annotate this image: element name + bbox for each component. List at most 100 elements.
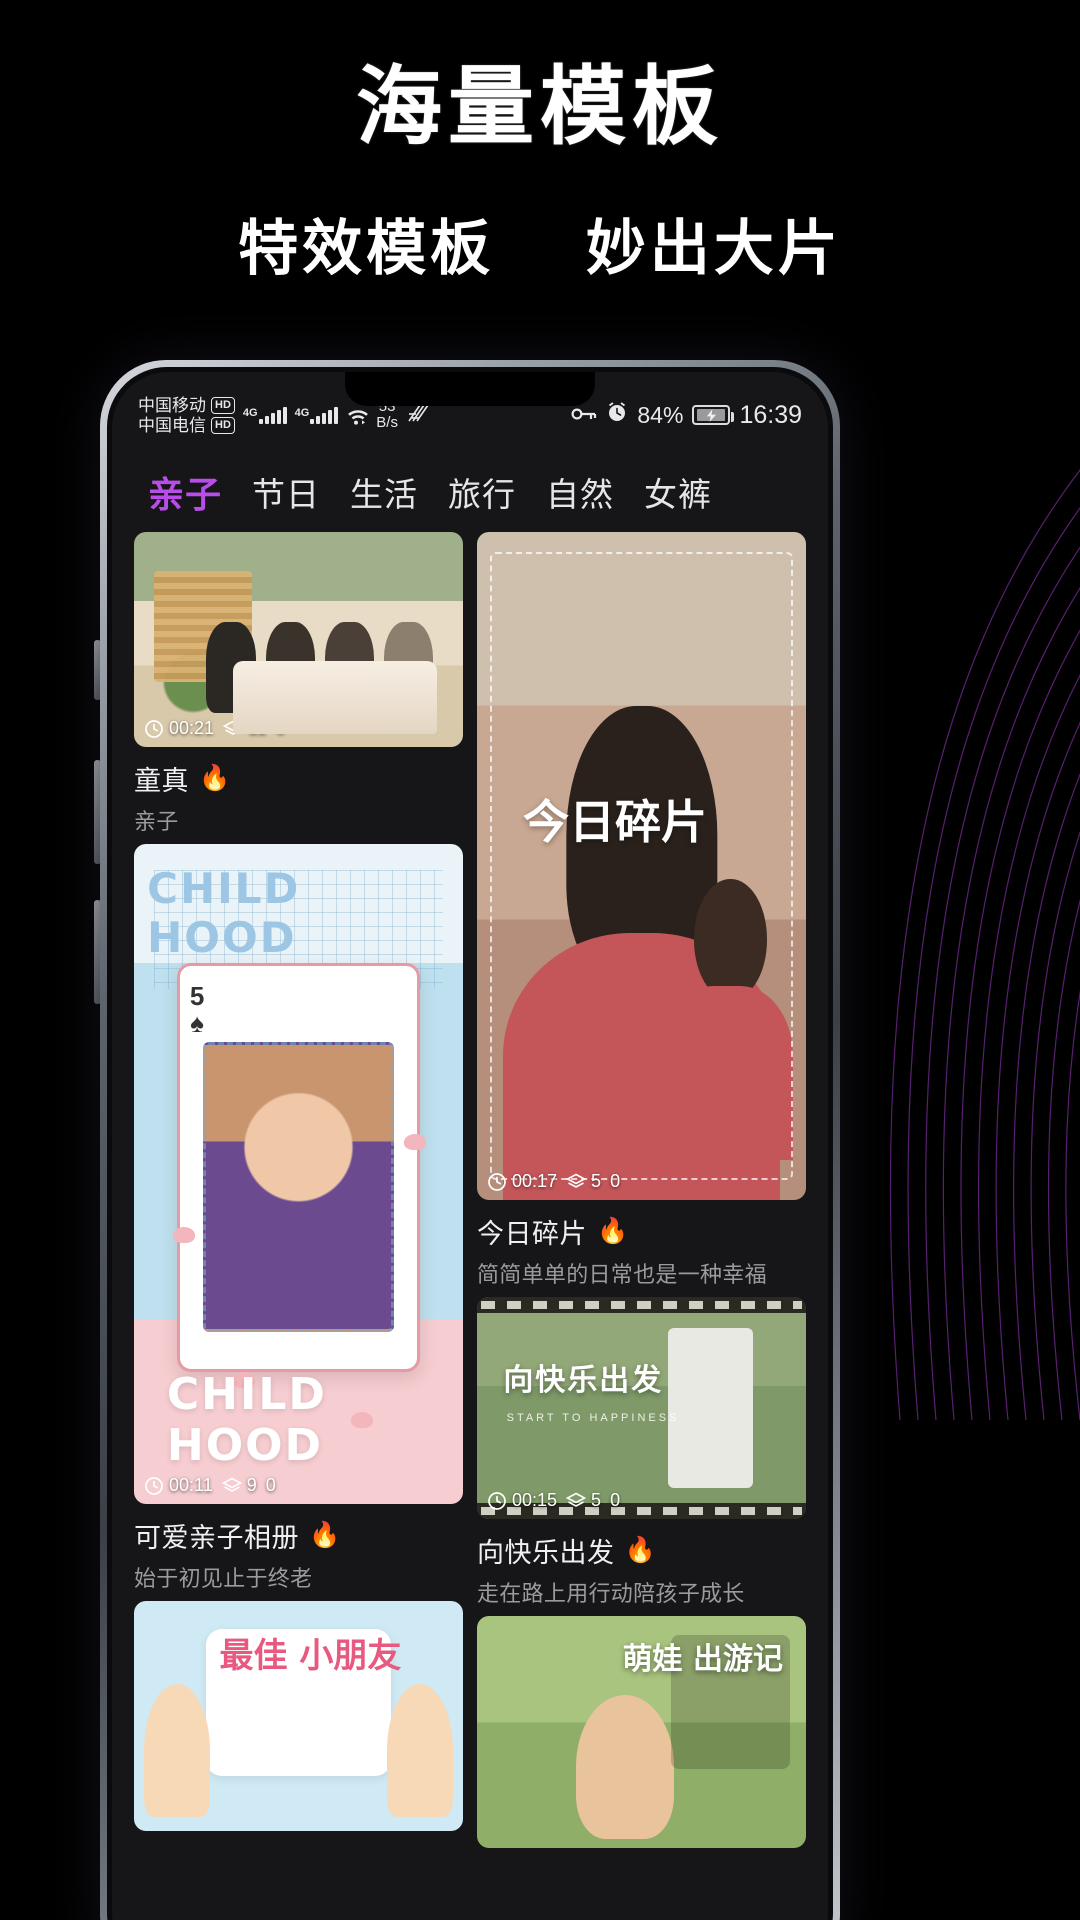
template-card[interactable]: 最佳 小朋友 <box>134 1601 463 1831</box>
template-card[interactable]: 今日碎片 00:17 5 0 今日碎片 🔥 简简单单的日常也是一种幸福 <box>477 532 806 1289</box>
template-card[interactable]: CHILD HOOD 5 ♠ CHILD HOOD 00:11 9 0 可爱亲子… <box>134 844 463 1593</box>
duration-value: 00:15 <box>512 1490 558 1510</box>
likes-value: 0 <box>610 1490 621 1510</box>
signal-icon-2 <box>310 406 339 424</box>
template-card[interactable]: 00:21 11 0 童真 🔥 亲子 <box>134 532 463 836</box>
hd-badge-1: HD <box>211 396 235 414</box>
phone-mockup: 中国移动 HD 中国电信 HD 4G 4G 53 B/s 84% 16:39 亲… <box>100 360 840 1920</box>
template-thumbnail[interactable]: 萌娃 出游记 <box>477 1616 806 1848</box>
tab-jieri[interactable]: 节日 <box>252 468 320 516</box>
template-description: 走在路上用行动陪孩子成长 <box>477 1581 745 1606</box>
tab-nvku[interactable]: 女裤 <box>644 468 712 516</box>
template-description: 简简单单的日常也是一种幸福 <box>477 1262 767 1287</box>
layers-group: 5 <box>565 1171 601 1192</box>
clock-icon <box>144 1476 164 1496</box>
tab-lvxing[interactable]: 旅行 <box>448 468 516 516</box>
layers-group: 9 <box>221 1475 257 1496</box>
thumb-overlay-text: 最佳 小朋友 <box>219 1635 402 1676</box>
tab-shenghuo[interactable]: 生活 <box>350 468 418 516</box>
template-thumbnail[interactable]: 今日碎片 00:17 5 0 <box>477 532 806 1200</box>
category-tab-bar: 亲子 节日 生活 旅行 自然 女裤 <box>112 450 828 532</box>
fire-icon: 🔥 <box>309 1521 341 1549</box>
duration-group: 00:21 <box>144 718 214 739</box>
phone-notch <box>345 372 595 406</box>
gallery-column-right: 今日碎片 00:17 5 0 今日碎片 🔥 简简单单的日常也是一种幸福 向快乐出… <box>477 532 806 1920</box>
phone-bezel: 中国移动 HD 中国电信 HD 4G 4G 53 B/s 84% 16:39 亲… <box>107 367 833 1920</box>
clock-icon <box>487 1491 507 1511</box>
likes-group: 0 <box>610 1171 620 1192</box>
layers-icon <box>565 1172 587 1192</box>
fire-icon: 🔥 <box>597 1217 629 1245</box>
layers-group: 11 <box>222 718 267 739</box>
template-description: 始于初见止于终老 <box>134 1566 313 1591</box>
template-title-row: 童真 🔥 <box>134 759 463 798</box>
template-meta: 00:15 5 0 <box>487 1490 798 1511</box>
page-subtitle: 特效模板 妙出大片 <box>0 200 1080 287</box>
status-bar-clock: 16:39 <box>739 400 802 429</box>
template-gallery[interactable]: 00:21 11 0 童真 🔥 亲子 CHILD HOOD 5 ♠ CHILD … <box>112 532 828 1920</box>
alarm-icon <box>606 401 628 429</box>
subtitle-left: 特效模板 <box>238 214 495 285</box>
likes-value: 0 <box>610 1171 621 1191</box>
layers-icon <box>565 1491 587 1511</box>
duration-value: 00:11 <box>169 1475 213 1495</box>
tab-ziran[interactable]: 自然 <box>546 468 614 516</box>
template-title: 童真 <box>134 766 189 796</box>
carrier-name-2: 中国电信 <box>138 415 206 435</box>
battery-fill <box>697 408 726 422</box>
signal-icon-1 <box>258 406 287 424</box>
status-bar-right: 84% 16:39 <box>571 401 802 430</box>
template-thumbnail[interactable]: 00:21 11 0 <box>134 532 463 747</box>
template-title: 可爱亲子相册 <box>134 1523 299 1553</box>
duration-value: 00:21 <box>169 718 215 738</box>
layers-icon <box>221 1476 242 1496</box>
layers-value: 11 <box>248 718 267 738</box>
signal-group-1: 4G <box>243 406 287 424</box>
likes-value: 0 <box>265 1475 276 1495</box>
carrier-stack: 中国移动 HD 中国电信 HD <box>138 396 235 435</box>
template-card[interactable]: 向快乐出发 START TO HAPPINESS 00:15 5 0 向快乐出发… <box>477 1297 806 1608</box>
duration-value: 00:17 <box>512 1171 558 1191</box>
likes-group: 0 <box>276 718 286 739</box>
template-thumbnail[interactable]: CHILD HOOD 5 ♠ CHILD HOOD 00:11 9 0 <box>134 844 463 1504</box>
template-thumbnail[interactable]: 最佳 小朋友 <box>134 1601 463 1831</box>
battery-percent: 84% <box>637 401 684 428</box>
carrier-row-1: 中国移动 HD <box>138 396 235 415</box>
template-meta: 00:17 5 0 <box>487 1171 798 1192</box>
phone-screen: 中国移动 HD 中国电信 HD 4G 4G 53 B/s 84% 16:39 亲… <box>112 372 828 1920</box>
layers-icon <box>222 719 244 739</box>
fire-icon: 🔥 <box>624 1536 657 1564</box>
network-speed-unit: B/s <box>376 414 398 431</box>
thumb-overlay-text: 向快乐出发 <box>503 1362 664 1398</box>
thumb-overlay-top: CHILD HOOD <box>147 863 301 962</box>
template-thumbnail[interactable]: 向快乐出发 START TO HAPPINESS 00:15 5 0 <box>477 1297 806 1519</box>
clock-icon <box>487 1172 507 1192</box>
thumb-overlay-bottom: CHILD HOOD <box>166 1369 327 1471</box>
likes-group: 0 <box>266 1475 276 1496</box>
template-title-row: 向快乐出发 🔥 <box>477 1531 806 1570</box>
tab-qinzi[interactable]: 亲子 <box>148 466 222 518</box>
hero-block: 海量模板 特效模板 妙出大片 <box>0 0 1080 287</box>
fire-icon: 🔥 <box>199 764 231 792</box>
vpn-key-icon <box>571 402 597 428</box>
page-title: 海量模板 <box>356 57 724 157</box>
duration-group: 00:15 <box>487 1490 557 1511</box>
likes-group: 0 <box>610 1490 620 1511</box>
template-meta: 00:11 9 0 <box>144 1475 455 1496</box>
battery-charging-icon <box>692 405 735 425</box>
template-title: 今日碎片 <box>477 1219 587 1249</box>
duration-group: 00:11 <box>144 1475 213 1496</box>
template-card[interactable]: 萌娃 出游记 <box>477 1616 806 1848</box>
carrier-name-1: 中国移动 <box>138 395 206 415</box>
hd-badge-2: HD <box>211 416 235 434</box>
signal-group-2: 4G <box>295 406 339 424</box>
layers-group: 5 <box>565 1490 601 1511</box>
template-meta: 00:21 11 0 <box>144 718 455 739</box>
template-description: 亲子 <box>134 809 179 834</box>
thumb-overlay-text: 萌娃 出游记 <box>622 1641 783 1677</box>
template-title: 向快乐出发 <box>477 1538 615 1568</box>
promo-screenshot: 海量模板 特效模板 妙出大片 中国移动 HD 中国电信 HD 4G 4G 53 … <box>0 0 1080 1920</box>
clock-icon <box>144 719 164 739</box>
thumb-overlay-text: 今日碎片 <box>523 795 708 850</box>
template-title-row: 今日碎片 🔥 <box>477 1212 806 1251</box>
